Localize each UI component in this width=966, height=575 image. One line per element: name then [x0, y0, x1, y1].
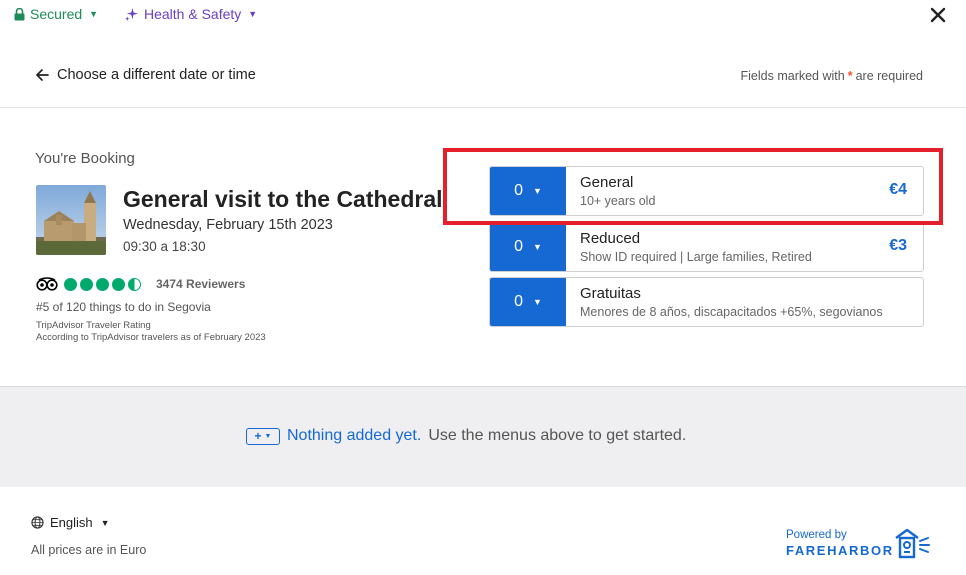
ticket-description: Show ID required | Large families, Retir…	[580, 250, 812, 264]
tripadvisor-source-note: According to TripAdvisor travelers as of…	[36, 332, 266, 343]
required-fields-note: Fields marked with * are required	[741, 69, 923, 83]
ticket-row-general: 0 ▼ General 10+ years old €4	[489, 166, 924, 216]
nothing-added-text: Nothing added yet.	[287, 427, 422, 444]
booking-summary: + ▼ Nothing added yet. Use the menus abov…	[0, 386, 966, 487]
ticket-price: €4	[889, 181, 907, 198]
chevron-down-icon: ▼	[248, 9, 258, 19]
ticket-row-reduced: 0 ▼ Reduced Show ID required | Large fami…	[489, 222, 924, 272]
ticket-row-gratuitas: 0 ▼ Gratuitas Menores de 8 años, discapac…	[489, 277, 924, 327]
arrow-left-icon	[36, 69, 49, 81]
tour-title: General visit to the Cathedral	[123, 186, 443, 212]
close-icon[interactable]	[928, 4, 948, 26]
summary-message: + ▼ Nothing added yet. Use the menus abov…	[246, 427, 686, 445]
plus-glyph: +	[254, 429, 262, 443]
ticket-description: 10+ years old	[580, 194, 656, 208]
tour-time: 09:30 a 18:30	[123, 239, 206, 254]
prices-note: All prices are in Euro	[31, 543, 147, 557]
ticket-description: Menores de 8 años, discapacitados +65%, …	[580, 305, 883, 319]
navigation-row: Choose a different date or time Fields m…	[0, 58, 966, 108]
globe-icon	[31, 516, 44, 529]
cathedral-thumbnail	[36, 185, 106, 255]
rating-bubble-half	[128, 277, 141, 291]
tripadvisor-owl-icon	[36, 277, 58, 291]
rating-bubble	[112, 277, 125, 291]
health-safety-label: Health & Safety	[144, 6, 242, 22]
tour-date: Wednesday, February 15th 2023	[123, 217, 333, 233]
caret-down-icon: ▼	[532, 242, 542, 252]
sparkle-icon	[124, 7, 139, 21]
back-link[interactable]: Choose a different date or time	[35, 67, 256, 83]
ticket-name: Gratuitas	[580, 285, 641, 302]
back-link-label: Choose a different date or time	[57, 67, 256, 83]
chevron-down-icon: ▼	[89, 9, 99, 19]
ticket-price: €3	[889, 237, 907, 254]
required-note-prefix: Fields marked with	[740, 69, 845, 83]
ticket-name: Reduced	[580, 230, 641, 247]
caret-down-icon: ▼	[532, 297, 542, 307]
required-note-suffix: are required	[855, 69, 923, 83]
rating-bubble	[64, 277, 77, 291]
fareharbor-wordmark[interactable]: FAREHARBOR	[786, 543, 894, 558]
rating-bubble	[96, 277, 109, 291]
booking-heading: You're Booking	[35, 150, 135, 167]
secured-dropdown[interactable]: Secured ▼	[14, 6, 98, 22]
rating-bubble	[80, 277, 93, 291]
lock-icon	[14, 7, 25, 20]
tripadvisor-rating-note: TripAdvisor Traveler Rating	[36, 320, 151, 331]
ticket-name: General	[580, 174, 634, 191]
fareharbor-lighthouse-icon[interactable]	[893, 527, 931, 559]
secured-label: Secured	[30, 6, 83, 22]
quantity-dropdown[interactable]: 0 ▼	[490, 167, 566, 215]
powered-by-label: Powered by	[786, 529, 847, 541]
quantity-value: 0	[514, 238, 523, 255]
summary-hint: Use the menus above to get started.	[428, 427, 687, 444]
quantity-value: 0	[514, 182, 523, 199]
quantity-dropdown[interactable]: 0 ▼	[490, 278, 566, 326]
add-menu-icon: + ▼	[246, 427, 280, 445]
caret-down-icon: ▼	[264, 432, 272, 440]
language-selector[interactable]: English ▼	[31, 515, 110, 530]
chevron-down-icon: ▼	[100, 517, 110, 528]
quantity-dropdown[interactable]: 0 ▼	[490, 223, 566, 271]
required-star: *	[847, 69, 853, 83]
top-bar: Secured ▼ Health & Safety ▼	[0, 0, 966, 30]
reviewers-count: 3474 Reviewers	[156, 277, 246, 291]
tripadvisor-rating: 3474 Reviewers	[36, 277, 245, 291]
caret-down-icon: ▼	[532, 186, 542, 196]
health-safety-dropdown[interactable]: Health & Safety ▼	[124, 6, 257, 22]
quantity-value: 0	[514, 293, 523, 310]
ranking-text: #5 of 120 things to do in Segovia	[36, 300, 211, 314]
language-label: English	[50, 515, 93, 530]
